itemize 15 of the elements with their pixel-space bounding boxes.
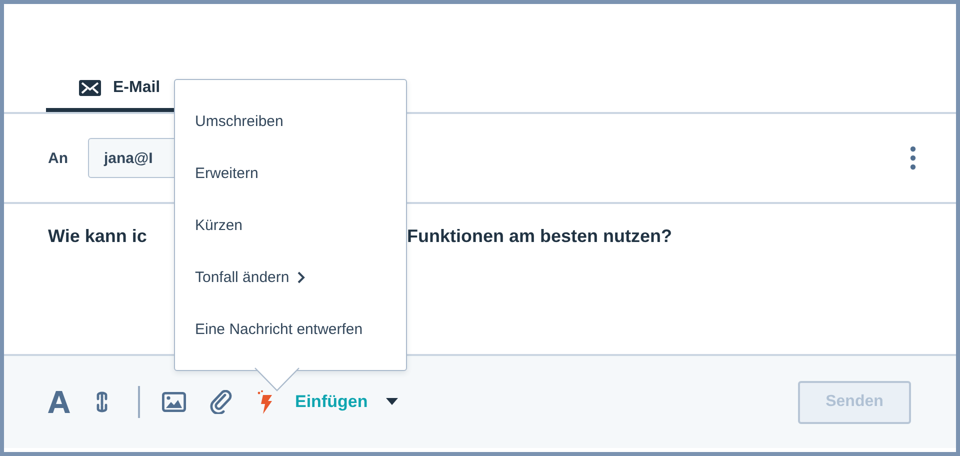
text-format-icon[interactable] <box>48 391 70 413</box>
envelope-icon <box>79 80 101 96</box>
menu-item[interactable]: Kürzen <box>175 199 406 251</box>
subject-text: Funktionen am besten nutzen? <box>407 226 672 248</box>
more-options-icon[interactable] <box>910 146 916 170</box>
lightning-icon[interactable] <box>257 390 273 414</box>
image-icon[interactable] <box>162 392 186 412</box>
to-label: An <box>48 150 68 166</box>
menu-item[interactable]: Tonfall ändern <box>175 251 406 303</box>
caret-icon[interactable] <box>386 398 398 406</box>
subject-text: Wie kann ic <box>48 226 148 248</box>
menu-item[interactable]: Eine Nachricht entwerfen <box>175 303 406 355</box>
chevron-right-icon <box>297 270 306 284</box>
link-icon[interactable] <box>96 390 108 414</box>
paperclip-icon[interactable] <box>210 390 234 414</box>
